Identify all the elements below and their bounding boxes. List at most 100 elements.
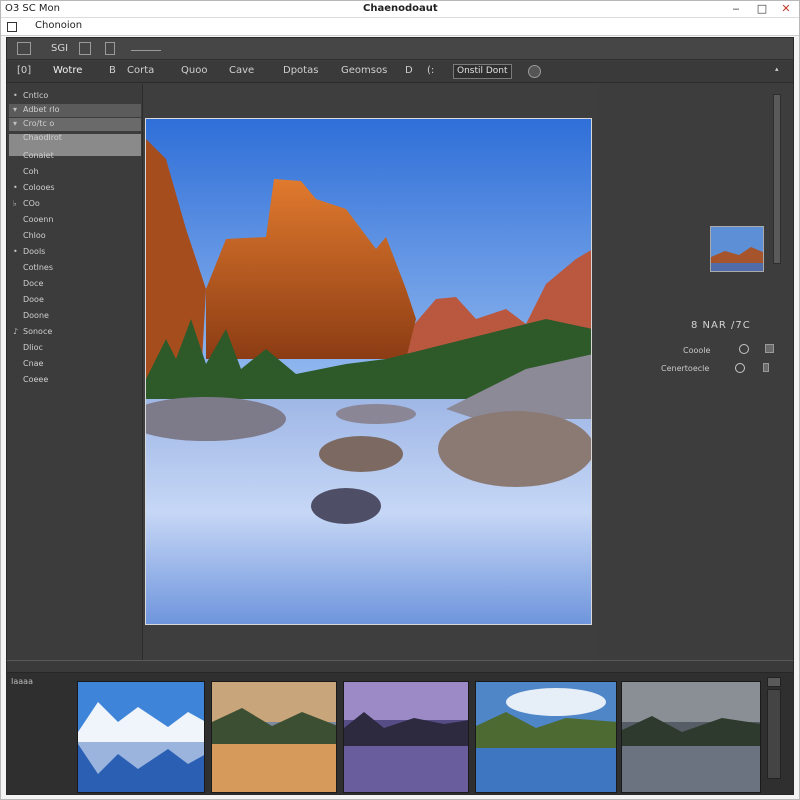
toggle-icon[interactable] (735, 363, 745, 373)
bullet-icon: ♭ (13, 199, 17, 208)
left-panel-item[interactable]: Coh (13, 166, 39, 178)
left-panel-item[interactable]: Cnae (13, 358, 43, 370)
left-panel-item[interactable]: Doce (13, 278, 43, 290)
grid-icon[interactable] (79, 42, 91, 55)
panel-row-label: Cooole (683, 346, 711, 355)
panel-heading: 8 NAR /7C (691, 320, 751, 331)
toggle-icon[interactable] (739, 344, 749, 354)
panel-icon[interactable] (105, 42, 115, 55)
left-panel-item[interactable]: • Colooes (13, 182, 55, 194)
left-panel-item-label: Dlioc (23, 343, 43, 352)
left-panel-item-label: Coh (23, 167, 39, 176)
left-panel-item[interactable]: Cooenn (13, 214, 53, 226)
app-workspace: SGI [0] Wotre B Corta Quoo Cave Dpotas G… (6, 37, 794, 795)
scroll-track[interactable] (767, 689, 781, 779)
top-toolbar: SGI (7, 38, 793, 60)
left-panel-item-label: Doone (23, 311, 49, 320)
minimize-button[interactable]: ‒ (727, 2, 745, 16)
thumbnail-image (622, 682, 760, 792)
toolbar-item[interactable]: [0] (17, 65, 31, 76)
thumbnail-image (711, 227, 763, 271)
left-panel-item[interactable]: ♪ Sonoce (13, 326, 52, 338)
left-panel-item[interactable]: ▾ Cro/tc o (13, 118, 54, 130)
left-panel-item-label: Chloo (23, 231, 46, 240)
app-icon[interactable] (7, 22, 17, 32)
left-panel-item[interactable]: • Cntlco (13, 90, 48, 102)
left-panel-item-label: Conaiet (23, 151, 54, 160)
left-panel-item[interactable]: Chaodlrot (13, 132, 62, 144)
thumbnail-image (212, 682, 336, 792)
left-panel-item[interactable]: • Dools (13, 246, 45, 258)
document-title: Chaenodoaut (363, 3, 438, 14)
filmstrip-scrollbar[interactable] (767, 677, 787, 791)
left-panel-item-label: Cntlco (23, 91, 49, 100)
filmstrip-label: Iaaaa (11, 677, 33, 686)
left-panel-item[interactable]: Cotlnes (13, 262, 53, 274)
left-panel-item-label: Adbet rlo (23, 105, 60, 114)
menu-bar: Chonoion (1, 18, 799, 36)
module-toolbar: [0] Wotre B Corta Quoo Cave Dpotas Geoms… (7, 61, 793, 83)
slider-icon[interactable] (131, 42, 161, 51)
import-icon[interactable] (17, 42, 31, 55)
toolbar-item[interactable]: Dpotas (283, 65, 318, 76)
vertical-scrollbar[interactable] (773, 94, 781, 264)
thumbnail-image (476, 682, 616, 792)
left-panel-item-label: COo (23, 199, 40, 208)
filmstrip: Iaaaa (7, 660, 793, 794)
filmstrip-thumbnail[interactable] (211, 681, 337, 793)
filmstrip-thumbnail[interactable] (475, 681, 617, 793)
left-panel-item-label: Colooes (23, 183, 55, 192)
bullet-icon: ♪ (13, 327, 19, 336)
application-window: O3 SC Mon Chaenodoaut ‒ □ ✕ Chonoion SGI… (0, 0, 800, 800)
scroll-up-button[interactable] (767, 677, 781, 687)
menu-item[interactable]: Chonoion (35, 20, 82, 31)
toolbar-item[interactable]: B (109, 65, 116, 76)
left-panel-item-label: Cotlnes (23, 263, 53, 272)
chevron-down-icon[interactable]: ▴ (775, 65, 779, 73)
filmstrip-header (7, 661, 793, 673)
navigator-thumbnail[interactable] (710, 226, 764, 272)
left-panel-item[interactable]: Dooe (13, 294, 44, 306)
left-panel-item[interactable]: Dlioc (13, 342, 43, 354)
filmstrip-thumbnail[interactable] (77, 681, 205, 793)
left-panel-item-label: Sonoce (23, 327, 53, 336)
left-panel-item[interactable]: Chloo (13, 230, 46, 242)
left-panel-item[interactable]: ▾ Adbet rlo (13, 104, 60, 116)
filmstrip-thumbnail[interactable] (621, 681, 761, 793)
toolbar-item[interactable]: Quoo (181, 65, 207, 76)
right-panel: 8 NAR /7C Cooole Cenertoecle (597, 84, 793, 660)
title-bar: O3 SC Mon Chaenodoaut ‒ □ ✕ (1, 1, 799, 18)
left-panel-item[interactable]: ♭ COo (13, 198, 40, 210)
toolbar-label[interactable]: SGI (51, 41, 68, 57)
main-image-canvas[interactable] (145, 118, 592, 625)
left-panel-item[interactable]: Coeee (13, 374, 48, 386)
toolbar-item[interactable]: D (405, 65, 413, 76)
thumbnail-image (344, 682, 468, 792)
left-panel-item[interactable]: Conaiet (13, 150, 54, 162)
toolbar-item[interactable]: (: (427, 65, 434, 76)
left-panel: • Cntlco ▾ Adbet rlo ▾ Cro/tc o Chaodlrot Conai… (7, 84, 143, 660)
left-panel-item-label: Coeee (23, 375, 49, 384)
checkbox[interactable] (765, 344, 774, 353)
checkbox[interactable] (763, 363, 769, 372)
left-panel-item[interactable]: Doone (13, 310, 49, 322)
toolbar-item[interactable]: Cave (229, 65, 254, 76)
maximize-button[interactable]: □ (753, 2, 771, 16)
left-panel-item-label: Cnae (23, 359, 44, 368)
preset-dropdown[interactable]: Onstil Dont (453, 64, 512, 79)
left-panel-item-label: Doce (23, 279, 44, 288)
toolbar-item[interactable]: Wotre (53, 65, 82, 76)
close-button[interactable]: ✕ (777, 2, 795, 16)
bullet-icon: ▾ (13, 105, 18, 114)
bullet-icon: ▾ (13, 119, 18, 128)
left-panel-item-label: Chaodlrot (23, 133, 62, 142)
left-panel-item-label: Cooenn (23, 215, 54, 224)
toolbar-item[interactable]: Geomsos (341, 65, 387, 76)
left-panel-item-label: Dools (23, 247, 46, 256)
settings-icon[interactable] (528, 65, 541, 78)
filmstrip-thumbnail[interactable] (343, 681, 469, 793)
thumbnail-image (78, 682, 204, 792)
toolbar-item[interactable]: Corta (127, 65, 154, 76)
bullet-icon: • (13, 91, 18, 100)
bullet-icon: • (13, 247, 18, 256)
